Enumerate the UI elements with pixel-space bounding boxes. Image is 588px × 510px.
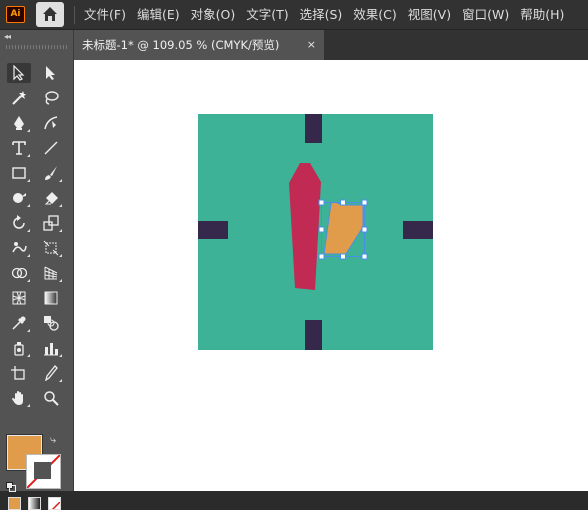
mesh-icon <box>12 291 26 305</box>
main-menu: 文件(F) 编辑(E) 对象(O) 文字(T) 选择(S) 效果(C) 视图(V… <box>80 0 571 30</box>
line-segment-tool[interactable] <box>39 138 63 158</box>
menu-view[interactable]: 视图(V) <box>404 0 455 30</box>
eyedropper-icon <box>12 316 26 330</box>
symbol-sprayer-icon <box>14 342 24 356</box>
free-transform-tool[interactable] <box>39 238 63 258</box>
magic-wand-tool[interactable] <box>7 88 31 108</box>
slice-tool[interactable] <box>39 363 63 383</box>
puppet-warp-icon <box>12 242 27 253</box>
eyedropper-tool[interactable] <box>7 313 31 333</box>
tools-panel: ◂◂ ⤷ <box>0 30 74 510</box>
rectangle-tool[interactable] <box>7 163 31 183</box>
scale-icon <box>43 215 59 231</box>
document-tab-title: 未标题-1* @ 109.05 % (CMYK/预览) <box>82 38 280 52</box>
shape-builder-tool[interactable] <box>7 263 31 283</box>
gradient-icon <box>44 291 58 305</box>
zoom-icon <box>44 391 59 406</box>
curvature-icon <box>44 116 58 130</box>
collapse-panel-icon[interactable]: ◂◂ <box>4 32 11 41</box>
selection-tool[interactable] <box>7 63 31 83</box>
direct-selection-tool[interactable] <box>39 63 63 83</box>
menu-file[interactable]: 文件(F) <box>80 0 130 30</box>
tick-left[interactable] <box>198 221 228 239</box>
symbol-sprayer-tool[interactable] <box>7 338 31 358</box>
gradient-mode-button[interactable] <box>28 497 41 510</box>
eraser-tool[interactable] <box>39 188 63 208</box>
free-transform-icon <box>43 240 59 256</box>
paintbrush-icon <box>45 166 57 180</box>
blend-tool[interactable] <box>39 313 63 333</box>
curvature-tool[interactable] <box>39 113 63 133</box>
lasso-tool[interactable] <box>39 88 63 108</box>
menu-type[interactable]: 文字(T) <box>242 0 292 30</box>
zoom-tool[interactable] <box>39 388 63 408</box>
artboard-tool[interactable] <box>7 363 31 383</box>
gradient-tool[interactable] <box>39 288 63 308</box>
mesh-tool[interactable] <box>7 288 31 308</box>
column-graph-tool[interactable] <box>39 338 63 358</box>
canvas-area[interactable] <box>74 60 588 491</box>
color-mode-button[interactable] <box>8 497 21 510</box>
type-tool[interactable] <box>7 138 31 158</box>
paintbrush-tool[interactable] <box>39 163 63 183</box>
tick-top[interactable] <box>305 114 322 143</box>
slice-icon <box>45 365 58 381</box>
artwork <box>198 114 433 350</box>
close-tab-icon[interactable]: × <box>307 30 316 60</box>
home-icon <box>43 7 57 21</box>
hand-tool[interactable] <box>7 388 31 408</box>
menu-edit[interactable]: 编辑(E) <box>133 0 184 30</box>
shape-builder-icon <box>11 267 27 279</box>
home-button[interactable] <box>36 2 64 27</box>
menu-help[interactable]: 帮助(H) <box>516 0 568 30</box>
rotate-icon <box>13 215 25 229</box>
none-icon <box>51 501 60 509</box>
lasso-icon <box>45 91 59 105</box>
type-icon <box>12 141 26 155</box>
tick-bottom[interactable] <box>305 320 322 350</box>
magic-wand-icon <box>12 91 26 105</box>
shaper-tool[interactable] <box>7 188 31 208</box>
document-tab-bar: 未标题-1* @ 109.05 % (CMYK/预览) × <box>74 30 588 60</box>
selection-arrow-icon <box>13 65 25 81</box>
hand-icon <box>12 391 23 405</box>
rectangle-icon <box>12 167 26 179</box>
document-tab[interactable]: 未标题-1* @ 109.05 % (CMYK/预览) × <box>74 30 324 60</box>
perspective-grid-tool[interactable] <box>39 263 63 283</box>
app-logo: Ai <box>6 6 25 23</box>
swap-fill-stroke-icon[interactable]: ⤷ <box>50 434 62 446</box>
shaper-icon <box>13 193 26 203</box>
default-colors-icon[interactable] <box>6 477 16 492</box>
tick-right[interactable] <box>403 221 433 239</box>
panel-grip[interactable] <box>6 45 68 49</box>
scale-tool[interactable] <box>39 213 63 233</box>
menu-object[interactable]: 对象(O) <box>187 0 240 30</box>
line-icon <box>44 141 58 155</box>
pen-tool[interactable] <box>7 113 31 133</box>
menu-window[interactable]: 窗口(W) <box>458 0 513 30</box>
none-mode-button[interactable] <box>48 497 61 510</box>
perspective-grid-icon <box>44 266 58 280</box>
menu-bar: Ai 文件(F) 编辑(E) 对象(O) 文字(T) 选择(S) 效果(C) 视… <box>0 0 588 30</box>
menu-separator <box>74 6 75 24</box>
artboard-icon <box>11 366 25 380</box>
rotate-tool[interactable] <box>7 213 31 233</box>
menu-effect[interactable]: 效果(C) <box>349 0 400 30</box>
stroke-color-swatch[interactable] <box>26 454 61 489</box>
direct-selection-icon <box>46 66 55 80</box>
pen-icon <box>14 116 24 130</box>
blend-icon <box>44 316 59 331</box>
menu-select[interactable]: 选择(S) <box>296 0 347 30</box>
puppet-warp-tool[interactable] <box>7 238 31 258</box>
eraser-icon <box>44 192 58 205</box>
column-graph-icon <box>44 343 58 356</box>
